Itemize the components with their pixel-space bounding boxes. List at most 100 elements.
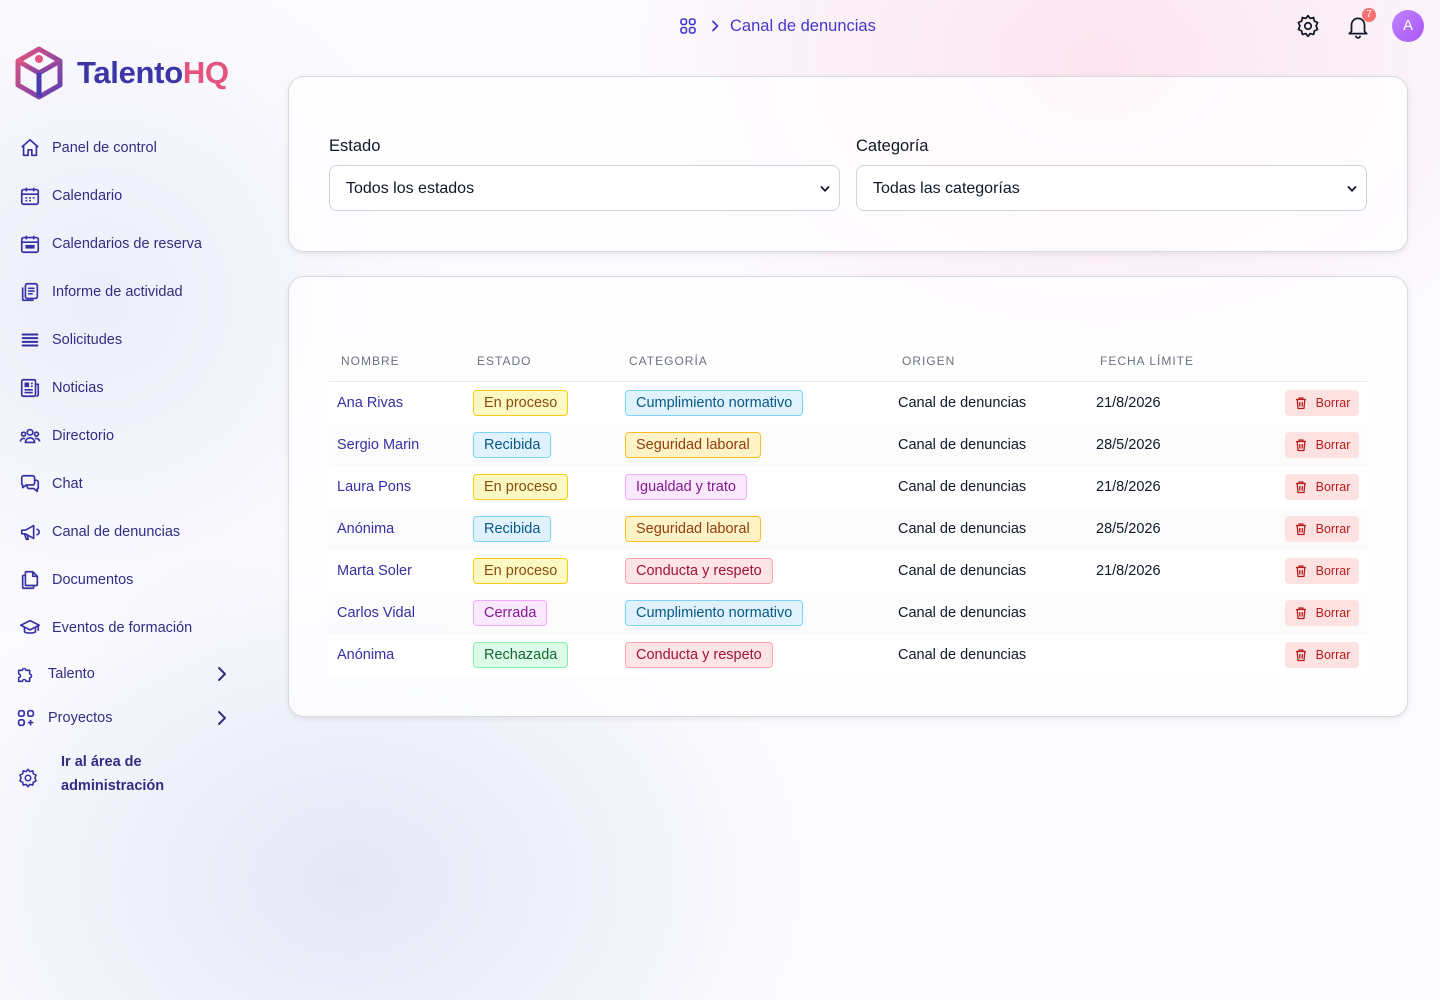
origin-cell: Canal de denuncias: [898, 563, 1027, 579]
status-badge: En proceso: [473, 558, 569, 584]
sidebar-item-label: Panel de control: [52, 140, 157, 156]
status-badge: En proceso: [473, 390, 569, 416]
sidebar-item-informe-de-actividad[interactable]: Informe de actividad: [18, 270, 244, 314]
trash-icon: [1294, 648, 1316, 662]
sidebar-item-label: Calendarios de reserva: [52, 236, 202, 252]
status-badge: Recibida: [473, 432, 552, 458]
sidebar-item-eventos-de-formacion[interactable]: Eventos de formación: [18, 606, 244, 650]
categoria-select[interactable]: Todas las categorías: [856, 165, 1367, 211]
origin-cell: Canal de denuncias: [898, 437, 1027, 453]
category-badge: Cumplimiento normativo: [625, 600, 804, 626]
status-badge: Cerrada: [473, 600, 548, 626]
status-cell: Recibida: [473, 424, 552, 466]
reporter-name-link[interactable]: Sergio Marin: [337, 424, 419, 466]
list-icon: [18, 328, 42, 352]
home-icon: [18, 136, 42, 160]
notification-badge: 7: [1362, 8, 1376, 22]
sidebar-item-noticias[interactable]: Noticias: [18, 366, 244, 410]
reports-table-card: NOMBRE ESTADO CATEGORÍA ORIGEN FECHA LÍM…: [288, 276, 1408, 717]
apps-grid-icon[interactable]: [678, 16, 698, 36]
origin-cell: Canal de denuncias: [898, 521, 1027, 537]
status-cell: Rechazada: [473, 634, 569, 676]
settings-gear-icon[interactable]: [1295, 13, 1321, 39]
trash-icon: [1294, 564, 1316, 578]
avatar[interactable]: A: [1392, 10, 1424, 42]
trash-icon: [1294, 396, 1316, 410]
table-row: Sergio Marin Recibida Seguridad laboral Can…: [329, 424, 1367, 466]
reporter-name-link[interactable]: Marta Soler: [337, 550, 412, 592]
sidebar-item-label: Ir al área de administración: [61, 754, 165, 794]
origin-cell: Canal de denuncias: [898, 479, 1027, 495]
breadcrumb: Canal de denuncias: [678, 15, 876, 37]
column-header-fecha-limite: FECHA LÍMITE: [1100, 354, 1195, 368]
category-badge: Igualdad y trato: [625, 474, 747, 500]
sidebar-item-label: Documentos: [52, 572, 134, 588]
logo-text: TalentoHQ: [77, 55, 229, 91]
delete-button[interactable]: Borrar: [1285, 516, 1359, 542]
category-badge: Cumplimiento normativo: [625, 390, 804, 416]
table-row: Carlos Vidal Cerrada Cumplimiento normativ…: [329, 592, 1367, 634]
reporter-name-link[interactable]: Anónima: [337, 634, 394, 676]
sidebar-item-canal-de-denuncias[interactable]: Canal de denuncias: [18, 510, 244, 554]
table-header: NOMBRE ESTADO CATEGORÍA ORIGEN FECHA LÍM…: [329, 341, 1367, 382]
sidebar-item-calendarios-de-reserva[interactable]: Calendarios de reserva: [18, 222, 244, 266]
chevron-right-icon: [218, 711, 226, 725]
column-header-nombre: NOMBRE: [341, 354, 400, 368]
due-date-cell: 21/8/2026: [1096, 563, 1161, 579]
users-icon: [18, 424, 42, 448]
calendar-booking-icon: [18, 232, 42, 256]
delete-button[interactable]: Borrar: [1285, 390, 1359, 416]
reporter-name-link[interactable]: Anónima: [337, 508, 394, 550]
categoria-select-value: Todas las categorías: [873, 180, 1020, 197]
status-cell: En proceso: [473, 382, 569, 424]
status-badge: En proceso: [473, 474, 569, 500]
sidebar-item-chat[interactable]: Chat: [18, 462, 244, 506]
logo-cube-icon: [15, 46, 63, 100]
category-badge: Seguridad laboral: [625, 516, 761, 542]
status-cell: Recibida: [473, 508, 552, 550]
delete-button[interactable]: Borrar: [1285, 432, 1359, 458]
sidebar-item-directorio[interactable]: Directorio: [18, 414, 244, 458]
sidebar-item-documentos[interactable]: Documentos: [18, 558, 244, 602]
sidebar-item-panel-de-control[interactable]: Panel de control: [18, 126, 244, 170]
estado-select[interactable]: Todos los estados: [329, 165, 840, 211]
chat-icon: [18, 472, 42, 496]
gear-icon: [16, 766, 40, 790]
delete-button[interactable]: Borrar: [1285, 600, 1359, 626]
delete-button[interactable]: Borrar: [1285, 558, 1359, 584]
category-cell: Cumplimiento normativo: [625, 382, 804, 424]
origin-cell: Canal de denuncias: [898, 647, 1027, 663]
due-date-cell: 28/5/2026: [1096, 521, 1161, 537]
app-logo[interactable]: TalentoHQ: [14, 46, 229, 100]
grid-icon: [14, 706, 38, 730]
sidebar-item-label: Directorio: [52, 428, 115, 444]
column-header-estado: ESTADO: [477, 354, 532, 368]
delete-label: Borrar: [1315, 522, 1351, 536]
sidebar-item-talento[interactable]: Talento: [14, 652, 240, 696]
sidebar-item-calendario[interactable]: Calendario: [18, 174, 244, 218]
calendar-icon: [18, 184, 42, 208]
newspaper-icon: [18, 376, 42, 400]
delete-label: Borrar: [1315, 606, 1351, 620]
documents-icon: [18, 568, 42, 592]
graduation-cap-icon: [18, 616, 42, 640]
sidebar-item-label: Talento: [48, 666, 95, 682]
reporter-name-link[interactable]: Carlos Vidal: [337, 592, 415, 634]
table-row: Anónima Recibida Seguridad laboral Canal de…: [329, 508, 1367, 550]
category-badge: Seguridad laboral: [625, 432, 761, 458]
sidebar-item-label: Eventos de formación: [52, 620, 193, 636]
due-date-cell: 28/5/2026: [1096, 437, 1161, 453]
trash-icon: [1294, 480, 1316, 494]
sidebar-item-admin-area[interactable]: Ir al área de administración: [16, 750, 242, 806]
report-icon: [18, 280, 42, 304]
trash-icon: [1294, 438, 1316, 452]
column-header-origen: ORIGEN: [902, 354, 956, 368]
reporter-name-link[interactable]: Laura Pons: [337, 466, 411, 508]
sidebar-item-solicitudes[interactable]: Solicitudes: [18, 318, 244, 362]
delete-button[interactable]: Borrar: [1285, 642, 1359, 668]
reporter-name-link[interactable]: Ana Rivas: [337, 382, 403, 424]
sidebar: TalentoHQ Panel de control Calendario Ca…: [0, 0, 260, 1000]
delete-button[interactable]: Borrar: [1285, 474, 1359, 500]
chevron-right-icon: [218, 667, 226, 681]
sidebar-item-proyectos[interactable]: Proyectos: [14, 696, 240, 740]
